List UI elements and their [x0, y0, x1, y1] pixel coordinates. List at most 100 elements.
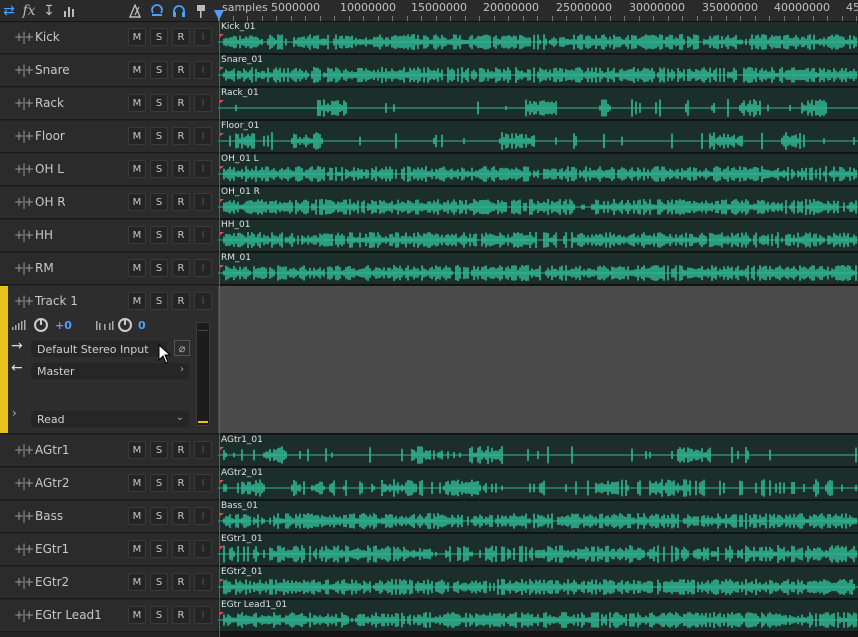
mute-button[interactable]: M	[128, 540, 146, 558]
playhead-handle[interactable]	[214, 10, 224, 20]
track-name[interactable]: Track 1	[35, 294, 78, 308]
track-header[interactable]: +|+ EGtr Lead1 M S R I	[0, 600, 218, 632]
input-select[interactable]: Default Stereo Input ›	[30, 340, 168, 358]
clip[interactable]: Kick_01	[218, 22, 858, 54]
volume-value[interactable]: +0	[55, 319, 72, 332]
expand-chevron-icon[interactable]: ›	[12, 406, 17, 420]
mute-button[interactable]: M	[128, 193, 146, 211]
input-monitor-button[interactable]: I	[194, 292, 212, 310]
track-name[interactable]: RM	[35, 261, 54, 275]
mute-button[interactable]: M	[128, 28, 146, 46]
mute-button[interactable]: M	[128, 94, 146, 112]
solo-button[interactable]: S	[150, 193, 168, 211]
track-name[interactable]: EGtr Lead1	[35, 608, 102, 622]
mute-button[interactable]: M	[128, 127, 146, 145]
mute-button[interactable]: M	[128, 573, 146, 591]
mute-button[interactable]: M	[128, 226, 146, 244]
solo-button[interactable]: S	[150, 573, 168, 591]
insert-icon[interactable]: ↧	[42, 0, 56, 22]
track-header[interactable]: +|+ AGtr2 M S R I	[0, 468, 218, 500]
track-name[interactable]: HH	[35, 228, 53, 242]
metronome-icon[interactable]	[128, 0, 142, 22]
track-name[interactable]: AGtr1	[35, 443, 70, 457]
solo-button[interactable]: S	[150, 606, 168, 624]
record-arm-button[interactable]: R	[172, 606, 190, 624]
headphones-icon[interactable]	[171, 0, 187, 22]
solo-button[interactable]: S	[150, 540, 168, 558]
input-monitor-button[interactable]: I	[194, 193, 212, 211]
track-name[interactable]: Bass	[35, 509, 63, 523]
mute-button[interactable]: M	[128, 474, 146, 492]
record-arm-button[interactable]: R	[172, 507, 190, 525]
input-monitor-button[interactable]: I	[194, 94, 212, 112]
track-header[interactable]: +|+ EGtr1 M S R I	[0, 534, 218, 566]
clip[interactable]: EGtr Lead1_01	[218, 600, 858, 632]
input-monitor-button[interactable]: I	[194, 28, 212, 46]
input-monitor-button[interactable]: I	[194, 606, 212, 624]
track-name[interactable]: Floor	[35, 129, 65, 143]
record-arm-button[interactable]: R	[172, 573, 190, 591]
mute-button[interactable]: M	[128, 292, 146, 310]
solo-button[interactable]: S	[150, 259, 168, 277]
track-header[interactable]: +|+ Rack M S R I	[0, 88, 218, 120]
solo-button[interactable]: S	[150, 160, 168, 178]
clip[interactable]: HH_01	[218, 220, 858, 252]
pan-knob[interactable]	[118, 318, 132, 332]
clip[interactable]: Rack_01	[218, 88, 858, 120]
track-header[interactable]: +|+ RM M S R I	[0, 253, 218, 285]
track-name[interactable]: OH L	[35, 162, 64, 176]
swap-arrows-icon[interactable]: ⇄	[2, 0, 16, 22]
track-header[interactable]: +|+ Bass M S R I	[0, 501, 218, 533]
track-name[interactable]: EGtr2	[35, 575, 69, 589]
solo-button[interactable]: S	[150, 127, 168, 145]
flag-icon[interactable]	[194, 0, 208, 22]
record-arm-button[interactable]: R	[172, 28, 190, 46]
mute-button[interactable]: M	[128, 441, 146, 459]
record-arm-button[interactable]: R	[172, 259, 190, 277]
track-header[interactable]: +|+ AGtr1 M S R I	[0, 435, 218, 467]
input-monitor-button[interactable]: I	[194, 441, 212, 459]
clip[interactable]: AGtr2_01	[218, 468, 858, 500]
record-arm-button[interactable]: R	[172, 127, 190, 145]
track-name[interactable]: Snare	[35, 63, 70, 77]
clip[interactable]: Floor_01	[218, 121, 858, 153]
solo-button[interactable]: S	[150, 61, 168, 79]
record-arm-button[interactable]: R	[172, 61, 190, 79]
track-header[interactable]: +|+ Kick M S R I	[0, 22, 218, 54]
track-header[interactable]: +|+ EGtr2 M S R I	[0, 567, 218, 599]
track-header[interactable]: +|+ OH L M S R I	[0, 154, 218, 186]
playhead[interactable]	[219, 10, 220, 637]
track-header[interactable]: +|+ OH R M S R I	[0, 187, 218, 219]
clip[interactable]: Snare_01	[218, 55, 858, 87]
mute-button[interactable]: M	[128, 606, 146, 624]
record-arm-button[interactable]: R	[172, 226, 190, 244]
clip[interactable]: OH_01 R	[218, 187, 858, 219]
input-monitor-button[interactable]: I	[194, 573, 212, 591]
input-monitor-button[interactable]: I	[194, 259, 212, 277]
solo-button[interactable]: S	[150, 474, 168, 492]
record-arm-button[interactable]: R	[172, 474, 190, 492]
automation-mode-select[interactable]: Read ⌄	[30, 410, 190, 428]
solo-button[interactable]: S	[150, 28, 168, 46]
mute-button[interactable]: M	[128, 160, 146, 178]
record-arm-button[interactable]: R	[172, 441, 190, 459]
output-select[interactable]: Master ›	[30, 362, 190, 380]
clip[interactable]: Bass_01	[218, 501, 858, 533]
selected-track-header[interactable]: +|+ Track 1 M S R I +0 0 → Default Stere…	[0, 286, 218, 434]
record-arm-button[interactable]: R	[172, 540, 190, 558]
empty-track-lane[interactable]	[218, 286, 858, 434]
mute-button[interactable]: M	[128, 259, 146, 277]
timeline-lanes[interactable]: Kick_01 Snare_01 Rack_01 Floor_01 OH_01 …	[218, 22, 858, 637]
solo-button[interactable]: S	[150, 507, 168, 525]
clip[interactable]: AGtr1_01	[218, 435, 858, 467]
track-name[interactable]: Kick	[35, 30, 60, 44]
track-name[interactable]: OH R	[35, 195, 66, 209]
track-name[interactable]: AGtr2	[35, 476, 70, 490]
solo-button[interactable]: S	[150, 292, 168, 310]
input-monitor-button[interactable]: I	[194, 226, 212, 244]
pan-value[interactable]: 0	[138, 319, 146, 332]
volume-knob[interactable]	[34, 318, 48, 332]
input-monitor-button[interactable]: I	[194, 61, 212, 79]
track-name[interactable]: Rack	[35, 96, 64, 110]
record-arm-button[interactable]: R	[172, 94, 190, 112]
